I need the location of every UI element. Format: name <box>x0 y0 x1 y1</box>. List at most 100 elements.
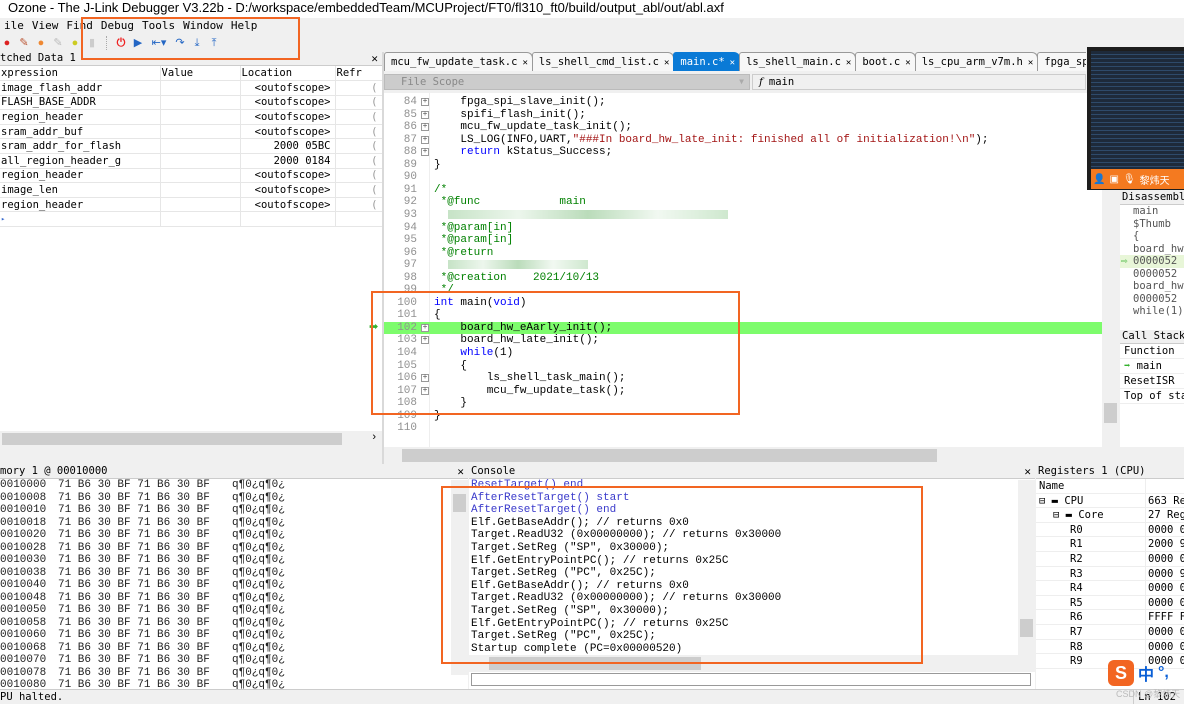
code-line[interactable]: 85 + spifi_flash_init(); <box>384 109 1102 122</box>
code-line[interactable]: 97 <box>384 259 1102 272</box>
expand-icon[interactable]: + <box>421 323 429 332</box>
code-line[interactable]: 84 + fpga_spi_slave_init(); <box>384 96 1102 109</box>
register-row[interactable]: R0 0000 0 <box>1036 522 1184 538</box>
close-tab-icon[interactable]: ✕ <box>1028 58 1033 68</box>
close-tab-icon[interactable]: ✕ <box>664 58 669 68</box>
watch-expression[interactable]: all_region_header_g <box>0 153 161 169</box>
code-line[interactable]: 89} <box>384 159 1102 172</box>
horizontal-scrollbar[interactable] <box>384 447 1119 464</box>
step-into-icon[interactable]: ⤓ <box>190 36 204 50</box>
watch-row[interactable]: FLASH_BASE_ADDR <outofscope>( <box>0 95 383 111</box>
expand-icon[interactable]: + <box>421 135 429 144</box>
ime-indicator[interactable]: S 中 °, <box>1108 660 1169 686</box>
menu-find[interactable]: Find <box>62 18 97 34</box>
menu-tools[interactable]: Tools <box>138 18 179 34</box>
horizontal-scrollbar[interactable]: › <box>0 431 382 447</box>
step-over-icon[interactable]: ↷ <box>173 36 187 50</box>
expand-icon[interactable]: + <box>421 386 429 395</box>
register-row[interactable]: R7 0000 0 <box>1036 624 1184 640</box>
disassembly-line[interactable]: { <box>1120 230 1184 243</box>
code-line[interactable]: 93 <box>384 209 1102 222</box>
code-line[interactable]: 96 *@return <box>384 247 1102 260</box>
code-line[interactable]: 91 /* <box>384 184 1102 197</box>
expand-icon[interactable]: + <box>421 110 429 119</box>
watch-expression[interactable]: FLASH_BASE_ADDR <box>0 95 161 111</box>
memory-row[interactable]: 0010020 71 B6 30 BF 71 B6 30 BF q¶0¿q¶0¿ <box>0 529 468 542</box>
col-location[interactable]: Location <box>240 66 336 82</box>
watch-row[interactable]: region_header <outofscope>( <box>0 197 383 213</box>
memory-row[interactable]: 0010048 71 B6 30 BF 71 B6 30 BF q¶0¿q¶0¿ <box>0 592 468 605</box>
code-line[interactable]: 107 + mcu_fw_update_task(); <box>384 385 1102 398</box>
watch-expression[interactable]: sram_addr_for_flash <box>0 138 161 155</box>
disassembly-line[interactable]: board_hw <box>1120 280 1184 293</box>
code-editor[interactable]: 84 + fpga_spi_slave_init(); 85 + spifi_flas… <box>369 93 1119 447</box>
code-line[interactable]: 103 + board_hw_late_init(); <box>384 334 1102 347</box>
code-line[interactable]: 101 { <box>384 309 1102 322</box>
register-row[interactable]: R6 FFFF F <box>1036 610 1184 625</box>
col-value[interactable]: Value <box>160 66 241 82</box>
watch-expression[interactable]: region_header <box>0 168 161 184</box>
step-out-icon[interactable]: ⤒ <box>207 36 221 50</box>
run-icon[interactable]: ▶ <box>131 36 145 50</box>
watch-row[interactable]: image_flash_addr <outofscope>( <box>0 80 383 96</box>
code-line[interactable]: 98 *@creation 2021/10/13 <box>384 272 1102 285</box>
memory-row[interactable]: 0010038 71 B6 30 BF 71 B6 30 BF q¶0¿q¶0¿ <box>0 567 468 580</box>
watch-row[interactable]: image_len <outofscope>( <box>0 182 383 198</box>
close-icon[interactable]: ✕ <box>371 52 378 65</box>
memory-row[interactable]: 0010000 71 B6 30 BF 71 B6 30 BF q¶0¿q¶0¿ <box>0 479 468 492</box>
memory-row[interactable]: 0010060 71 B6 30 BF 71 B6 30 BF q¶0¿q¶0¿ <box>0 629 468 642</box>
erase-icon[interactable]: ✎ <box>51 36 65 50</box>
watch-expression[interactable]: sram_addr_buf <box>0 124 161 140</box>
verify-icon[interactable]: ● <box>68 36 82 50</box>
memory-row[interactable]: 0010068 71 B6 30 BF 71 B6 30 BF q¶0¿q¶0¿ <box>0 642 468 655</box>
memory-row[interactable]: 0010008 71 B6 30 BF 71 B6 30 BF q¶0¿q¶0¿ <box>0 492 468 505</box>
col-expression[interactable]: xpression <box>0 66 161 82</box>
disassembly-line[interactable]: board_hw <box>1120 243 1184 256</box>
menu-file[interactable]: ile <box>0 18 28 34</box>
editor-tab[interactable]: mcu_fw_update_task.c ✕ <box>384 52 533 71</box>
register-row[interactable]: R8 0000 0 <box>1036 639 1184 655</box>
disassembly-line[interactable]: $Thumb <box>1120 218 1184 231</box>
code-line[interactable]: 88 + return kStatus_Success; <box>384 146 1102 159</box>
code-line[interactable]: 106 + ls_shell_task_main(); <box>384 372 1102 385</box>
watch-expression[interactable]: region_header <box>0 109 161 125</box>
watch-expression[interactable]: image_len <box>0 182 161 198</box>
close-tab-icon[interactable]: ✕ <box>846 58 851 68</box>
close-icon[interactable]: ✕ <box>1024 465 1031 478</box>
memory-row[interactable]: 0010078 71 B6 30 BF 71 B6 30 BF q¶0¿q¶0¿ <box>0 667 468 680</box>
expand-icon[interactable]: + <box>421 98 429 106</box>
menu-window[interactable]: Window <box>179 18 227 34</box>
code-line[interactable]: 104 while(1) <box>384 347 1102 360</box>
editor-tab[interactable]: ls_shell_cmd_list.c ✕ <box>531 52 675 71</box>
menu-view[interactable]: View <box>28 18 63 34</box>
editor-tab[interactable]: ls_cpu_arm_v7m.h ✕ <box>914 52 1039 71</box>
call-stack-row[interactable]: ➡ main <box>1120 359 1184 374</box>
memory-row[interactable]: 0010030 71 B6 30 BF 71 B6 30 BF q¶0¿q¶0¿ <box>0 554 468 567</box>
horizontal-scrollbar[interactable] <box>469 655 1035 672</box>
code-line[interactable]: ➡ 102 + board_hw_eAarly_init(); <box>369 321 1102 335</box>
code-line[interactable]: 90 <box>384 171 1102 184</box>
power-icon[interactable]: ⏻ <box>114 36 128 50</box>
close-tab-icon[interactable]: ✕ <box>522 58 527 68</box>
close-icon[interactable]: ✕ <box>457 465 464 478</box>
broom-icon[interactable]: ✎ <box>17 36 31 50</box>
expand-icon[interactable]: + <box>421 148 429 157</box>
memory-row[interactable]: 0010050 71 B6 30 BF 71 B6 30 BF q¶0¿q¶0¿ <box>0 604 468 617</box>
expand-icon[interactable]: + <box>421 123 429 132</box>
disassembly-line[interactable]: ⇨ 0000052 <box>1120 255 1184 268</box>
menu-help[interactable]: Help <box>227 18 262 34</box>
editor-tab[interactable]: ls_shell_main.c ✕ <box>739 52 857 71</box>
memory-row[interactable]: 0010010 71 B6 30 BF 71 B6 30 BF q¶0¿q¶0¿ <box>0 504 468 517</box>
menu-debug[interactable]: Debug <box>97 18 138 34</box>
register-row[interactable]: R2 0000 0 <box>1036 551 1184 567</box>
editor-tab[interactable]: main.c* ✕ <box>673 52 741 71</box>
console-command-input[interactable] <box>471 673 1031 686</box>
code-line[interactable]: 94 *@param[in] <box>384 222 1102 235</box>
download-icon[interactable]: ● <box>34 36 48 50</box>
close-tab-icon[interactable]: ✕ <box>730 58 735 68</box>
disassembly-line[interactable]: main <box>1120 205 1184 218</box>
expand-icon[interactable]: + <box>421 336 429 345</box>
scroll-right-icon[interactable]: › <box>372 431 376 443</box>
register-group[interactable]: ⊟ ▬ CPU663 Reg <box>1036 493 1184 509</box>
register-group[interactable]: ⊟ ▬ Core27 Regi <box>1036 508 1184 523</box>
